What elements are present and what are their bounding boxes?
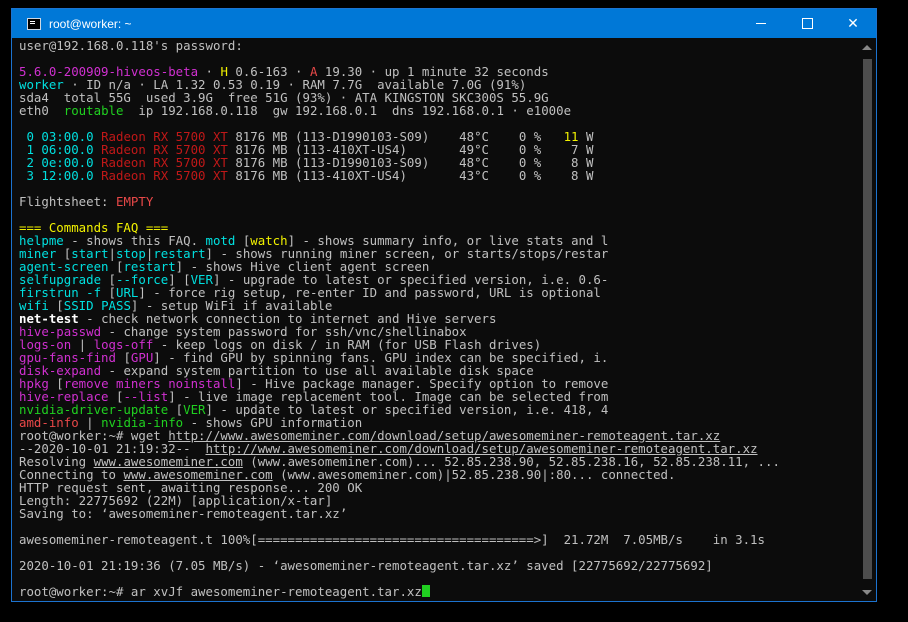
terminal-text: Radeon RX 5700 XT	[101, 168, 228, 183]
close-icon: ✕	[847, 15, 859, 32]
terminal-line: root@worker:~# ar xvJf awesomeminer-remo…	[19, 585, 861, 598]
terminal-line: 3 12:00.0 Radeon RX 5700 XT 8176 MB (113…	[19, 169, 861, 182]
title-bar[interactable]: root@worker: ~ ✕	[12, 9, 876, 38]
terminal-line: awesomeminer-remoteagent.t 100%[========…	[19, 533, 861, 546]
terminal-text: Saving to: ‘awesomeminer-remoteagent.tar…	[19, 506, 348, 521]
maximize-icon	[801, 18, 813, 29]
close-button[interactable]: ✕	[830, 9, 876, 38]
terminal-line: Saving to: ‘awesomeminer-remoteagent.tar…	[19, 507, 861, 520]
vertical-scrollbar[interactable]	[859, 39, 876, 601]
terminal-text: 8176 MB (113-410XT-US4) 43°C 0 % 8 W	[227, 168, 594, 183]
terminal-text: EMPTY	[115, 194, 154, 209]
terminal-line: 2020-10-01 21:19:36 (7.05 MB/s) - ‘aweso…	[19, 559, 861, 572]
window-title: root@worker: ~	[49, 16, 132, 31]
terminal-line: Flightsheet: EMPTY	[19, 195, 861, 208]
scroll-up-icon[interactable]	[862, 45, 872, 50]
minimize-button[interactable]	[738, 9, 784, 38]
terminal-line: eth0 routable ip 192.168.0.118 gw 192.16…	[19, 104, 861, 117]
terminal-text: root@worker:~# ar xvJf awesomeminer-remo…	[19, 584, 422, 599]
terminal-text: 3 12:00.0	[19, 168, 102, 183]
minimize-icon	[756, 23, 766, 24]
scroll-down-icon[interactable]	[862, 590, 872, 595]
text-cursor	[421, 585, 430, 597]
terminal-icon	[27, 17, 41, 30]
terminal-text: 2020-10-01 21:19:36 (7.05 MB/s) - ‘aweso…	[19, 558, 713, 573]
terminal-window: root@worker: ~ ✕ user@192.168.0.118's pa…	[11, 8, 877, 602]
terminal-text: routable	[63, 103, 124, 118]
maximize-button[interactable]	[784, 9, 830, 38]
terminal-output[interactable]: user@192.168.0.118's password: 5.6.0-2009…	[19, 39, 861, 599]
terminal-text: Flightsheet:	[19, 194, 116, 209]
terminal-text: awesomeminer-remoteagent.t 100%[========…	[19, 532, 765, 547]
scroll-thumb[interactable]	[863, 59, 872, 579]
terminal-text: ip 192.168.0.118 gw 192.168.0.1 dns 192.…	[123, 103, 572, 118]
terminal-text: eth0	[19, 103, 64, 118]
terminal-line: user@192.168.0.118's password:	[19, 39, 861, 52]
terminal-text: user@192.168.0.118's password:	[19, 39, 243, 53]
